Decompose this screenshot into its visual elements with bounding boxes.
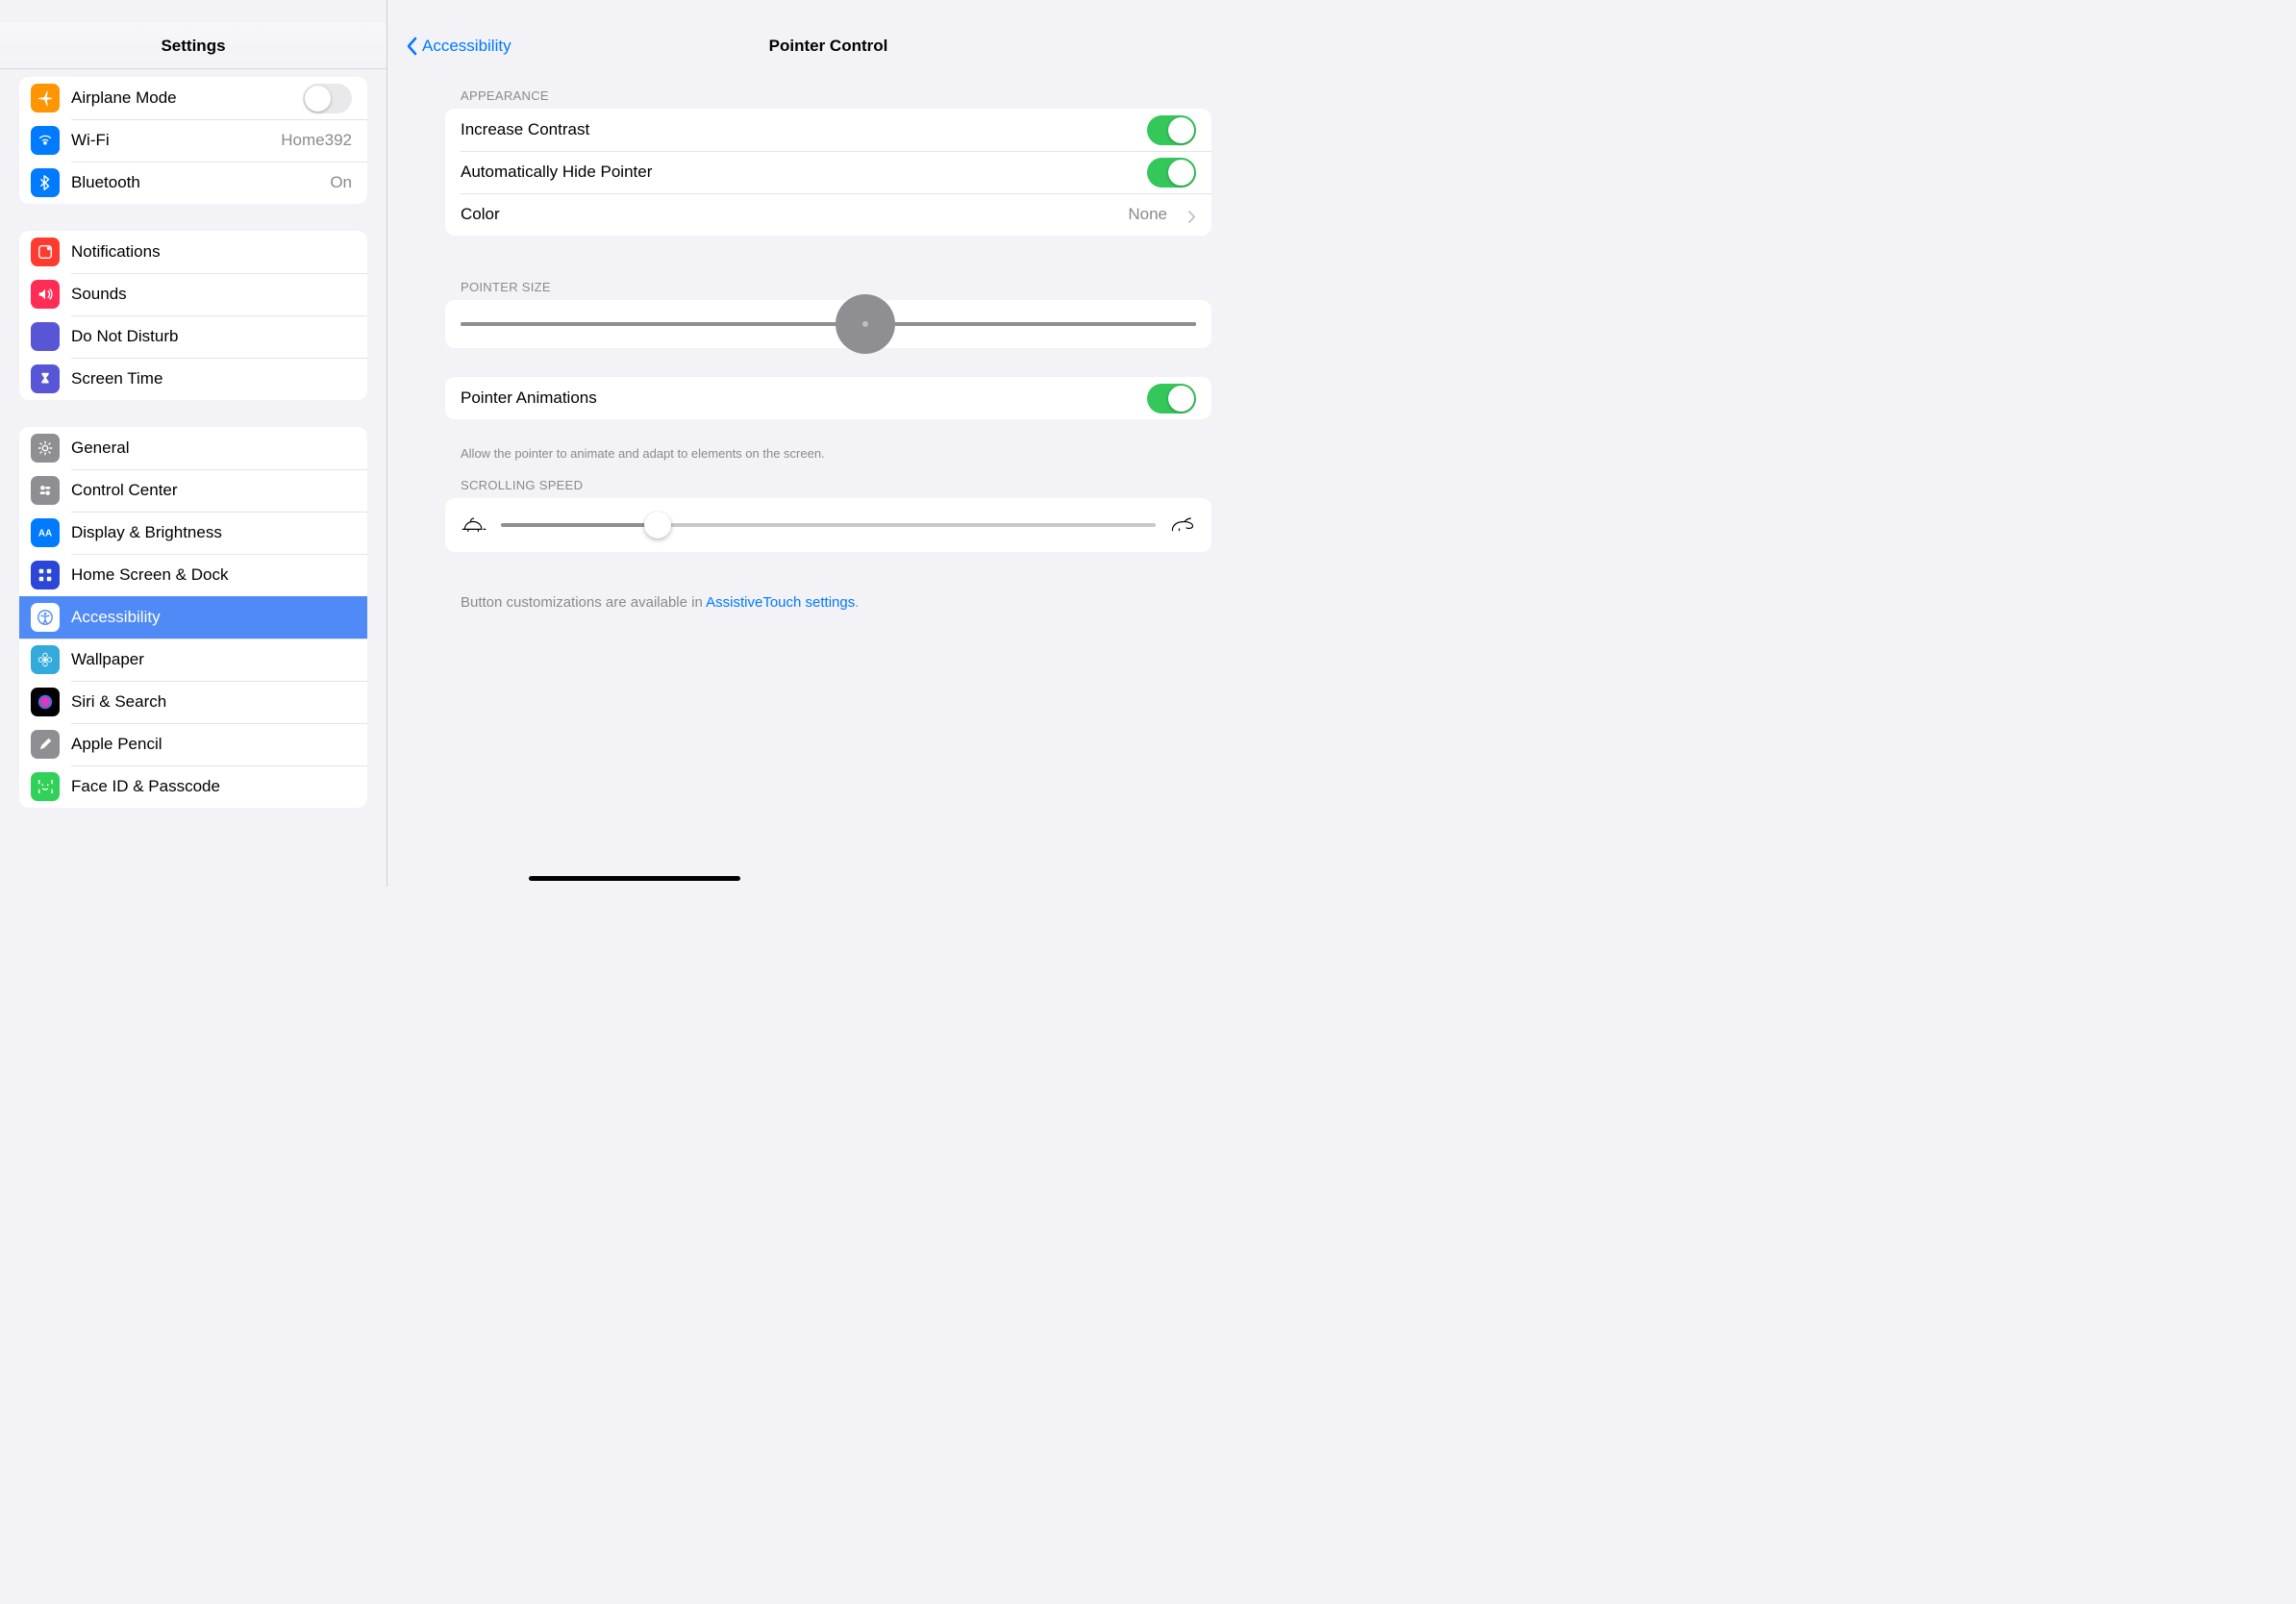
pencil-icon bbox=[31, 730, 60, 759]
siri-icon bbox=[31, 688, 60, 716]
switches-icon bbox=[31, 476, 60, 505]
footnote: Button customizations are available in A… bbox=[461, 594, 1211, 611]
accessibility-icon bbox=[31, 603, 60, 632]
back-button[interactable]: Accessibility bbox=[405, 37, 512, 56]
page-title: Pointer Control bbox=[387, 37, 1269, 56]
section-label-pointer-size: POINTER SIZE bbox=[461, 280, 1211, 294]
home-indicator[interactable] bbox=[529, 876, 740, 881]
sidebar-item-label: Airplane Mode bbox=[71, 88, 291, 108]
sidebar-item-home-screen-dock[interactable]: Home Screen & Dock bbox=[19, 554, 367, 596]
speaker-icon bbox=[31, 280, 60, 309]
sidebar-item-label: Wallpaper bbox=[71, 650, 352, 669]
detail-pane: Accessibility Pointer Control APPEARANCE… bbox=[387, 0, 1269, 887]
sidebar-item-label: Notifications bbox=[71, 242, 352, 262]
slider-scrolling-speed[interactable] bbox=[445, 498, 1211, 552]
sidebar-item-label: Sounds bbox=[71, 285, 352, 304]
row-pointer-animations[interactable]: Pointer Animations bbox=[445, 377, 1211, 419]
sidebar-item-label: Face ID & Passcode bbox=[71, 777, 352, 796]
bluetooth-icon bbox=[31, 168, 60, 197]
sidebar-title: Settings bbox=[0, 23, 387, 69]
hare-icon bbox=[1169, 515, 1196, 535]
sidebar-item-display-brightness[interactable]: AA Display & Brightness bbox=[19, 512, 367, 554]
switch-pointer-animations[interactable] bbox=[1147, 384, 1196, 414]
wifi-icon bbox=[31, 126, 60, 155]
footer-pointer-animations: Allow the pointer to animate and adapt t… bbox=[461, 446, 1211, 461]
sidebar-item-label: Display & Brightness bbox=[71, 523, 352, 542]
faceid-icon bbox=[31, 772, 60, 801]
row-auto-hide-pointer[interactable]: Automatically Hide Pointer bbox=[445, 151, 1211, 193]
sidebar-item-airplane-mode[interactable]: Airplane Mode bbox=[19, 77, 367, 119]
back-label: Accessibility bbox=[422, 37, 512, 56]
gear-icon bbox=[31, 434, 60, 463]
sidebar-item-label: Screen Time bbox=[71, 369, 352, 388]
row-increase-contrast[interactable]: Increase Contrast bbox=[445, 109, 1211, 151]
sidebar-item-label: Control Center bbox=[71, 481, 352, 500]
section-label-scrolling-speed: SCROLLING SPEED bbox=[461, 478, 1211, 492]
sidebar-item-label: General bbox=[71, 439, 352, 458]
chevron-right-icon bbox=[1188, 209, 1196, 221]
sidebar-item-accessibility[interactable]: Accessibility bbox=[19, 596, 367, 639]
section-label-appearance: APPEARANCE bbox=[461, 88, 1211, 103]
sidebar-item-do-not-disturb[interactable]: Do Not Disturb bbox=[19, 315, 367, 358]
airplane-icon bbox=[31, 84, 60, 113]
sidebar-item-label: Apple Pencil bbox=[71, 735, 352, 754]
bell-icon bbox=[31, 238, 60, 266]
svg-text:AA: AA bbox=[38, 529, 52, 539]
row-color[interactable]: Color None bbox=[445, 193, 1211, 236]
pointer-cursor-preview bbox=[836, 294, 895, 354]
sidebar-item-siri-search[interactable]: Siri & Search bbox=[19, 681, 367, 723]
assistivetouch-link[interactable]: AssistiveTouch settings bbox=[706, 594, 855, 611]
sidebar-item-control-center[interactable]: Control Center bbox=[19, 469, 367, 512]
sidebar-item-label: Home Screen & Dock bbox=[71, 565, 352, 585]
sidebar-item-apple-pencil[interactable]: Apple Pencil bbox=[19, 723, 367, 765]
grid-icon bbox=[31, 561, 60, 589]
tortoise-icon bbox=[461, 515, 487, 535]
sidebar-item-label: Siri & Search bbox=[71, 692, 352, 712]
sidebar-item-notifications[interactable]: Notifications bbox=[19, 231, 367, 273]
sidebar-item-face-id-passcode[interactable]: Face ID & Passcode bbox=[19, 765, 367, 808]
sidebar-item-wi-fi[interactable]: Wi-FiHome392 bbox=[19, 119, 367, 162]
sidebar-item-label: Wi-Fi bbox=[71, 131, 269, 150]
sidebar-item-label: Bluetooth bbox=[71, 173, 318, 192]
switch-auto-hide-pointer[interactable] bbox=[1147, 158, 1196, 188]
slider-thumb[interactable] bbox=[644, 512, 671, 539]
sidebar-item-bluetooth[interactable]: BluetoothOn bbox=[19, 162, 367, 204]
sidebar-item-general[interactable]: General bbox=[19, 427, 367, 469]
settings-sidebar: Settings Airplane ModeWi-FiHome392Blueto… bbox=[0, 0, 387, 887]
switch-airplane-mode[interactable] bbox=[303, 84, 352, 113]
aa-icon: AA bbox=[31, 518, 60, 547]
sidebar-item-wallpaper[interactable]: Wallpaper bbox=[19, 639, 367, 681]
sidebar-item-label: Accessibility bbox=[71, 608, 352, 627]
sidebar-item-sounds[interactable]: Sounds bbox=[19, 273, 367, 315]
sidebar-item-label: Do Not Disturb bbox=[71, 327, 352, 346]
flower-icon bbox=[31, 645, 60, 674]
slider-pointer-size[interactable] bbox=[445, 300, 1211, 348]
sidebar-item-screen-time[interactable]: Screen Time bbox=[19, 358, 367, 400]
hourglass-icon bbox=[31, 364, 60, 393]
moon-icon bbox=[31, 322, 60, 351]
switch-increase-contrast[interactable] bbox=[1147, 115, 1196, 145]
